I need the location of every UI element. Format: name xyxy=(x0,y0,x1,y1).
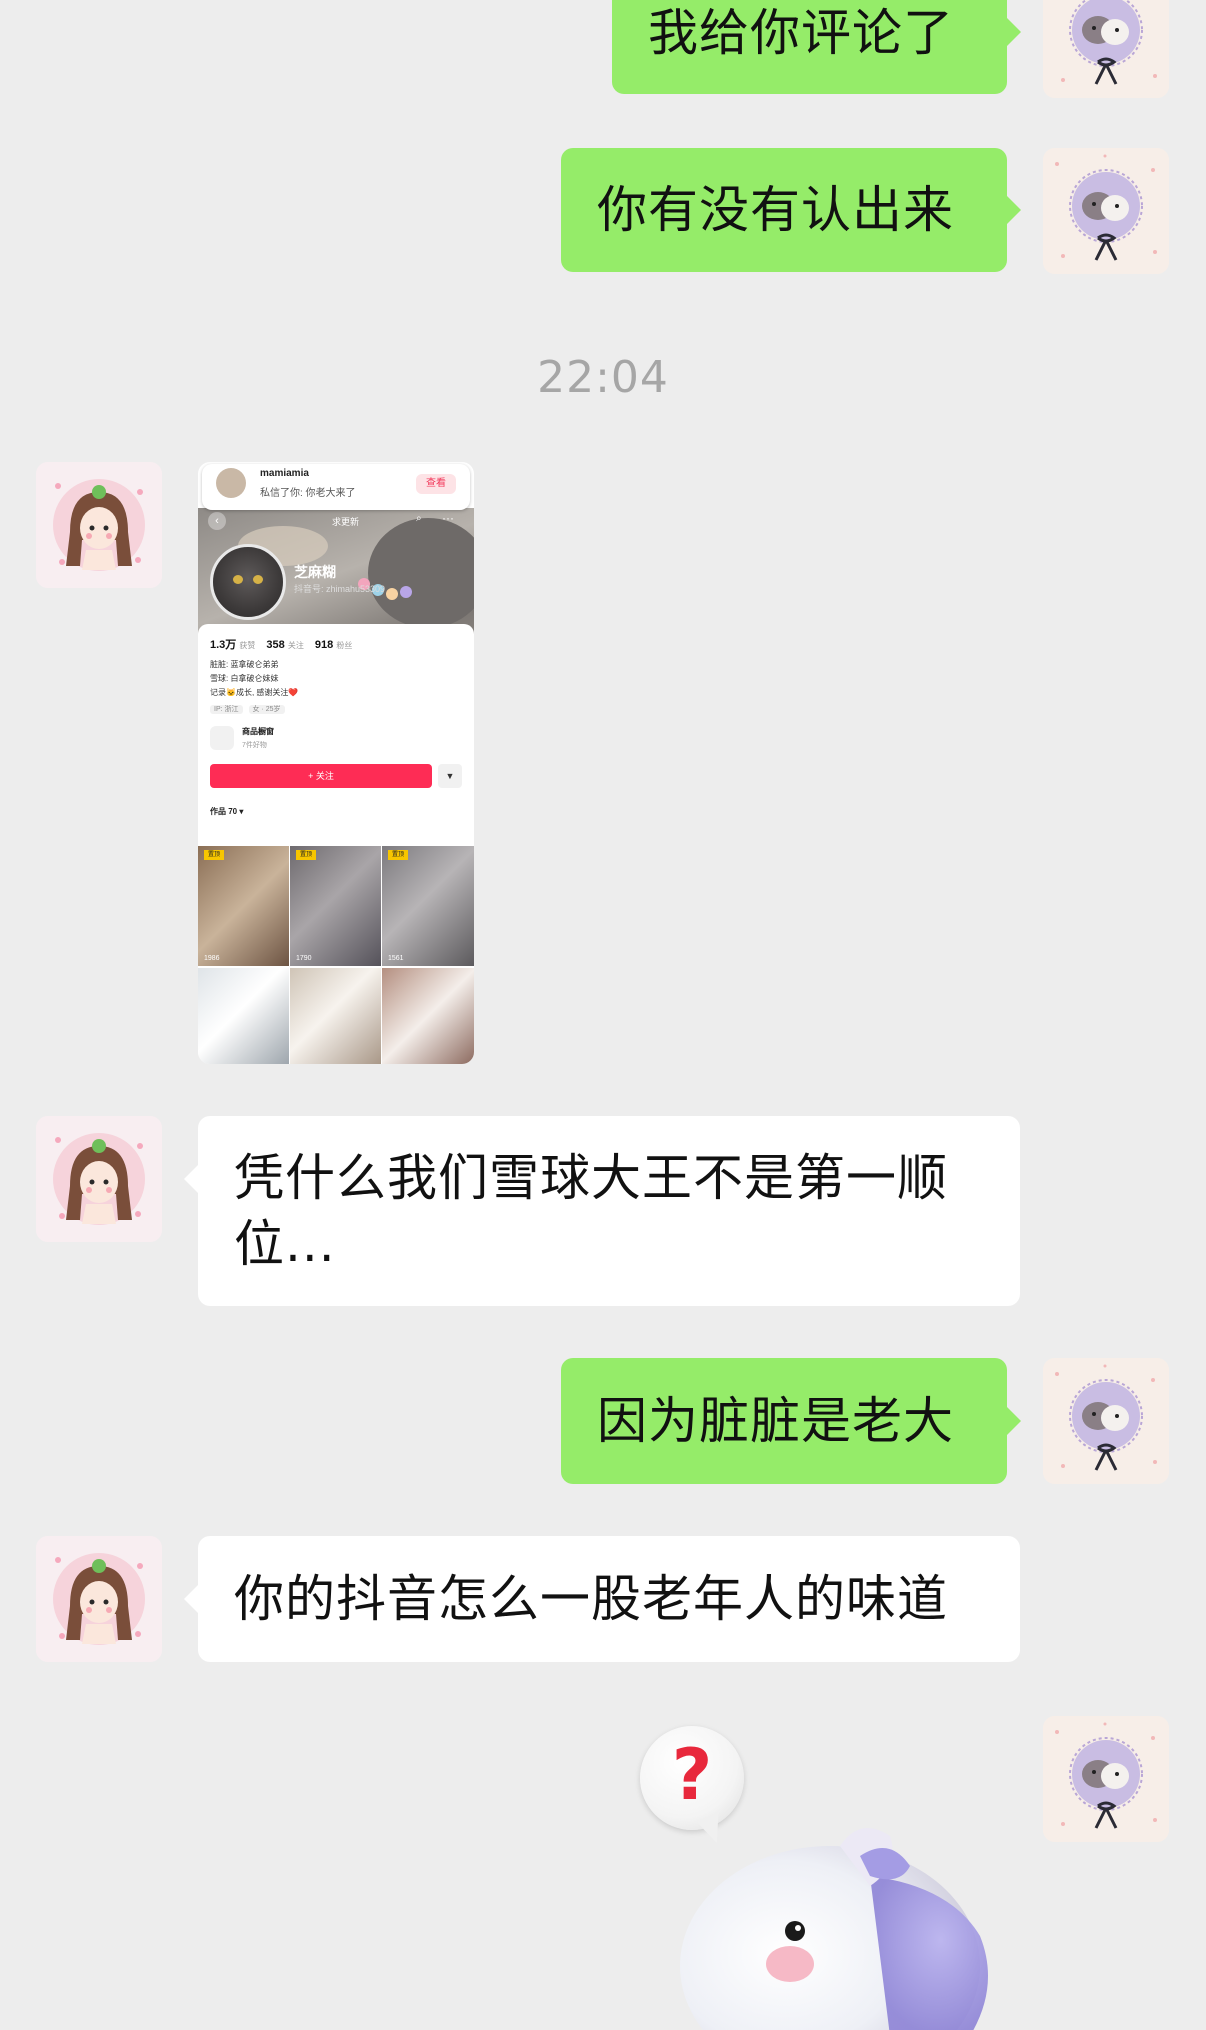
video-thumb xyxy=(290,968,381,1064)
question-bubble-icon: ? xyxy=(640,1726,744,1848)
profile-bio: 脏脏: 蓝拿破仑弟弟 雪球: 白拿破仑妹妹 记录🐱成长, 感谢关注❤️ xyxy=(210,658,298,700)
message-text: 因为脏脏是老大 xyxy=(597,1392,954,1450)
follow-button: + 关注 xyxy=(210,764,432,788)
shop-subtitle: 7件好物 xyxy=(242,742,267,749)
dm-notification: mamiamia 私信了你: 你老大来了 查看 xyxy=(202,464,470,510)
video-thumb: 置顶 1790 xyxy=(290,846,381,966)
avatar-other[interactable] xyxy=(36,1536,162,1662)
message-text: 凭什么我们雪球大王不是第一顺位... xyxy=(234,1149,948,1273)
video-likes: 1790 xyxy=(296,955,312,962)
video-likes: 1986 xyxy=(204,955,220,962)
message-text: 你的抖音怎么一股老年人的味道 xyxy=(234,1570,948,1628)
profile-avatar xyxy=(210,544,286,620)
notification-view-button: 查看 xyxy=(416,474,456,494)
message-bubble-sent[interactable]: 我给你评论了 xyxy=(612,0,1021,94)
pinned-badge: 置顶 xyxy=(204,850,224,860)
message-bubble-received[interactable]: 凭什么我们雪球大王不是第一顺位... xyxy=(184,1116,1020,1306)
bubble-tail xyxy=(184,1585,198,1613)
profile-id: 抖音号: zhimahu53309 xyxy=(294,584,386,594)
message-bubble-sent[interactable]: 因为脏脏是老大 xyxy=(561,1358,1021,1484)
video-thumb: 置顶 1986 xyxy=(198,846,289,966)
video-thumb: 置顶 1561 xyxy=(382,846,474,966)
message-bubble-sent[interactable]: 你有没有认出来 xyxy=(561,148,1021,272)
message-bubble-received[interactable]: 你的抖音怎么一股老年人的味道 xyxy=(184,1536,1020,1662)
bubble-tail xyxy=(1007,196,1021,224)
profile-stats: 1.3万 获赞 358 关注 918 粉丝 xyxy=(210,636,360,652)
following-label: 关注 xyxy=(287,641,304,650)
shop-label: 商品橱窗 xyxy=(242,727,274,736)
avatar-other[interactable] xyxy=(36,462,162,588)
followers-count: 918 xyxy=(314,639,334,651)
avatar-other[interactable] xyxy=(36,1116,162,1242)
pinned-badge: 置顶 xyxy=(296,850,316,860)
notification-sender: mamiamia xyxy=(260,468,309,479)
bubble-tail xyxy=(184,1165,198,1193)
followers-label: 粉丝 xyxy=(336,641,353,650)
message-text: 我给你评论了 xyxy=(648,4,954,62)
screenshot-image[interactable]: mamiamia 私信了你: 你老大来了 查看 ‹ 求更新 ⌕ ··· 芝麻糊 … xyxy=(198,462,474,1064)
message-text: 你有没有认出来 xyxy=(597,181,954,239)
search-icon: ⌕ xyxy=(416,513,422,524)
profile-top-bar: ‹ 求更新 ⌕ ··· xyxy=(198,510,474,530)
profile-name: 芝麻糊 xyxy=(294,564,336,580)
following-count: 358 xyxy=(266,639,285,651)
notification-message: 私信了你: 你老大来了 xyxy=(260,488,356,499)
bio-line: 雪球: 白拿破仑妹妹 xyxy=(210,674,279,683)
likes-count: 1.3万 xyxy=(210,639,237,651)
avatar-me[interactable] xyxy=(1043,1716,1169,1842)
back-icon: ‹ xyxy=(208,512,226,530)
bio-line: 记录🐱成长, 感谢关注❤️ xyxy=(210,688,299,697)
avatar-me[interactable] xyxy=(1043,1358,1169,1484)
tag: IP: 浙江 xyxy=(210,705,243,714)
dropdown-icon: ▼ xyxy=(438,764,462,788)
more-icon: ··· xyxy=(442,511,454,525)
likes-label: 获赞 xyxy=(239,641,256,650)
tag: 女 · 25岁 xyxy=(248,705,285,714)
profile-card: 1.3万 获赞 358 关注 918 粉丝 脏脏: 蓝拿破仑弟弟 雪球: 白拿破… xyxy=(198,624,474,844)
video-likes: 1561 xyxy=(388,955,404,962)
sticker-message[interactable]: ? xyxy=(620,1716,1020,2030)
notification-avatar xyxy=(216,468,246,498)
video-grid: 置顶 1986 置顶 1790 置顶 1561 xyxy=(198,846,474,1064)
bubble-tail xyxy=(1007,18,1021,46)
works-label: 作品 70 ▾ xyxy=(210,807,244,816)
shop-icon xyxy=(210,726,234,750)
pinned-badge: 置顶 xyxy=(388,850,408,860)
video-thumb xyxy=(382,968,474,1064)
avatar-me[interactable] xyxy=(1043,0,1169,98)
profile-tags: IP: 浙江女 · 25岁 xyxy=(210,704,291,714)
bio-line: 脏脏: 蓝拿破仑弟弟 xyxy=(210,660,279,669)
timestamp: 22:04 xyxy=(537,352,669,403)
avatar-me[interactable] xyxy=(1043,148,1169,274)
update-request-label: 求更新 xyxy=(332,517,360,527)
bubble-tail xyxy=(1007,1407,1021,1435)
video-thumb xyxy=(198,968,289,1064)
